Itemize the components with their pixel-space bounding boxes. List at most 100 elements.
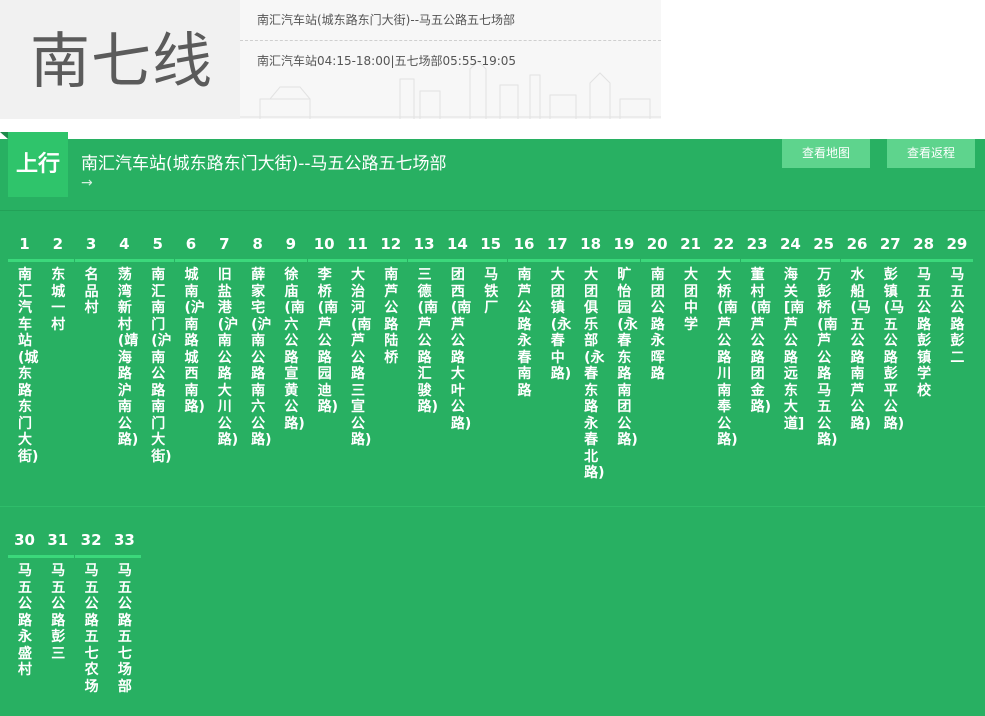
- station-number: 8: [252, 235, 263, 253]
- station-name[interactable]: 马五公路彭二: [950, 267, 964, 366]
- station-name[interactable]: 马五公路五七农场: [85, 563, 99, 695]
- station-number: 20: [646, 235, 668, 253]
- station-bar: [640, 259, 674, 262]
- station-name[interactable]: 马五公路彭镇学校: [917, 267, 931, 399]
- station-number: 13: [413, 235, 435, 253]
- line-title-box: 南七线: [0, 0, 240, 119]
- station-name[interactable]: 旷怡园(永春东路南团公路): [617, 267, 637, 449]
- station-name[interactable]: 南团公路永晖路: [651, 267, 665, 383]
- station-number: 3: [85, 235, 97, 253]
- station-name[interactable]: 大团俱乐部(永春东路永春北路): [584, 267, 604, 482]
- station-name[interactable]: 马五公路彭三: [51, 563, 65, 662]
- station-name[interactable]: 董村(南芦公路团金路): [751, 267, 771, 416]
- station-name[interactable]: 薛家宅(沪南公路南六公路): [251, 267, 271, 449]
- station-name[interactable]: 南汇南门(沪南公路南门大街): [151, 267, 171, 465]
- station-number: 2: [52, 235, 64, 253]
- station-bar: [940, 259, 974, 262]
- station-number: 25: [813, 235, 835, 253]
- station-number: 32: [80, 531, 102, 549]
- station-number: 12: [380, 235, 402, 253]
- station-name[interactable]: 李桥(南芦公路园迪路): [318, 267, 338, 416]
- station-bar: [540, 259, 574, 262]
- station-name[interactable]: 马五公路永盛村: [18, 563, 32, 679]
- station-number: 11: [347, 235, 368, 253]
- station-bar: [773, 259, 807, 262]
- station-bar: [274, 259, 308, 262]
- station-bar: [907, 259, 941, 262]
- station-name[interactable]: 东城一村: [51, 267, 65, 333]
- station-number: 17: [546, 235, 568, 253]
- station-name[interactable]: 南芦公路陆桥: [384, 267, 398, 366]
- station-name[interactable]: 大桥(南芦公路川南奉公路): [717, 267, 737, 449]
- station-bar: [341, 259, 374, 262]
- station-bar: [574, 259, 608, 262]
- city-skyline-illustration: [240, 60, 661, 119]
- station-bar: [407, 259, 441, 262]
- station-bar: [807, 259, 841, 262]
- station-number: 24: [779, 235, 801, 253]
- station-bar: [174, 259, 208, 262]
- station-number: 22: [713, 235, 735, 253]
- station-name[interactable]: 旧盐港(沪南公路大川公路): [218, 267, 238, 449]
- station-number: 6: [185, 235, 197, 253]
- station-name[interactable]: 荡湾新村(靖海路沪南公路): [118, 267, 138, 449]
- station-bar: [241, 259, 275, 262]
- station-number: 15: [480, 235, 502, 253]
- station-bar: [8, 259, 41, 262]
- station-name[interactable]: 彭镇(马五公路彭平公路): [884, 267, 904, 432]
- station-bar: [840, 259, 874, 262]
- station-number: 5: [152, 235, 163, 253]
- direction-panel: 上行 南汇汽车站(城东路东门大街)--马五公路五七场部 → 查看地图 查看返程 …: [0, 132, 985, 716]
- station-name[interactable]: 城南(沪南路城西南路): [185, 267, 205, 416]
- station-name[interactable]: 团西(南芦公路大叶公路): [451, 267, 471, 432]
- station-name[interactable]: 徐庙(南六公路宣黄公路): [284, 267, 304, 432]
- station-bar: [41, 259, 75, 262]
- station-number: 31: [47, 531, 69, 549]
- station-bar: [207, 259, 241, 262]
- station-name[interactable]: 万彭桥(南芦公路马五公路): [817, 267, 837, 449]
- station-number: 9: [285, 235, 297, 253]
- station-list: 1 南汇汽车站(城东路东门大街) 2 东城一村 3 名品村 4 荡湾新村(靖海路沪南公路) 5 南…: [0, 139, 985, 716]
- station-name[interactable]: 马铁厂: [484, 267, 498, 317]
- station-bar: [674, 259, 707, 262]
- station-number: 27: [879, 235, 901, 253]
- line-name: 南七线: [30, 27, 213, 97]
- station-name[interactable]: 海关[南芦公路远东大道]: [784, 267, 804, 432]
- station-bar: [374, 259, 408, 262]
- station-name[interactable]: 马五公路五七场部: [118, 563, 132, 695]
- station-name[interactable]: 水船(马五公路南芦公路): [851, 267, 871, 432]
- info-divider: [240, 40, 661, 41]
- station-number: 19: [613, 235, 635, 253]
- station-bar: [74, 259, 108, 262]
- station-name[interactable]: 大团中学: [684, 267, 698, 333]
- station-name[interactable]: 南芦公路永春南路: [518, 267, 532, 399]
- station-bar: [8, 555, 41, 558]
- station-number: 14: [446, 235, 468, 253]
- station-number: 7: [219, 235, 230, 253]
- station-bar: [74, 555, 108, 558]
- station-number: 26: [846, 235, 868, 253]
- station-number: 10: [313, 235, 335, 253]
- station-number: 23: [746, 235, 768, 253]
- station-number: 1: [19, 235, 30, 253]
- station-name[interactable]: 名品村: [85, 267, 99, 317]
- station-bar: [41, 555, 75, 558]
- station-bar: [873, 259, 907, 262]
- station-name[interactable]: 南汇汽车站(城东路东门大街): [18, 267, 38, 465]
- station-number: 33: [113, 531, 135, 549]
- station-number: 28: [913, 235, 935, 253]
- station-bar: [507, 259, 541, 262]
- station-number: 4: [119, 235, 130, 253]
- station-bar: [607, 259, 641, 262]
- station-name[interactable]: 大团镇(永春中路): [551, 267, 571, 383]
- station-number: 29: [946, 235, 968, 253]
- route-summary: 南汇汽车站(城东路东门大街)--马五公路五七场部: [257, 13, 516, 27]
- station-name[interactable]: 三德(南芦公路汇骏路): [418, 267, 438, 416]
- station-bar: [141, 259, 175, 262]
- station-bar: [440, 259, 474, 262]
- station-number: 30: [14, 531, 35, 549]
- station-name[interactable]: 大治河(南芦公路三宣公路): [351, 267, 371, 449]
- station-bar: [307, 259, 341, 262]
- station-bar: [107, 555, 141, 558]
- station-bar: [740, 259, 774, 262]
